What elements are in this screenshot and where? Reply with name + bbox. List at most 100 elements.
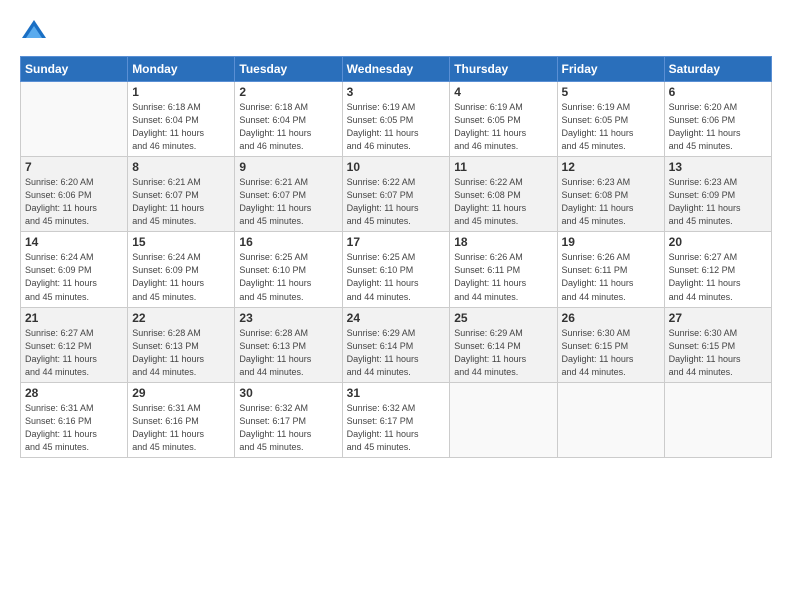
day-number: 19: [562, 235, 660, 249]
calendar-day-cell: 27 Sunrise: 6:30 AM Sunset: 6:15 PM Dayli…: [664, 307, 771, 382]
day-number: 16: [239, 235, 337, 249]
day-detail: Sunrise: 6:29 AM Sunset: 6:14 PM Dayligh…: [347, 327, 446, 379]
day-detail: Sunrise: 6:31 AM Sunset: 6:16 PM Dayligh…: [132, 402, 230, 454]
calendar-day-cell: 10Sunrise: 6:22 AM Sunset: 6:07 PM Dayli…: [342, 157, 450, 232]
calendar-header-row: SundayMondayTuesdayWednesdayThursdayFrid…: [21, 57, 772, 82]
calendar-table: SundayMondayTuesdayWednesdayThursdayFrid…: [20, 56, 772, 458]
day-detail: Sunrise: 6:19 AM Sunset: 6:05 PM Dayligh…: [347, 101, 446, 153]
day-detail: Sunrise: 6:32 AM Sunset: 6:17 PM Dayligh…: [239, 402, 337, 454]
day-detail: Sunrise: 6:26 AM Sunset: 6:11 PM Dayligh…: [454, 251, 552, 303]
calendar-day-cell: 29 Sunrise: 6:31 AM Sunset: 6:16 PM Dayli…: [128, 382, 235, 457]
day-detail: Sunrise: 6:20 AM Sunset: 6:06 PM Dayligh…: [669, 101, 767, 153]
day-detail: Sunrise: 6:29 AM Sunset: 6:14 PM Dayligh…: [454, 327, 552, 379]
logo: [20, 18, 52, 46]
day-detail: Sunrise: 6:21 AM Sunset: 6:07 PM Dayligh…: [239, 176, 337, 228]
calendar-day-cell: 14 Sunrise: 6:24 AM Sunset: 6:09 PM Dayli…: [21, 232, 128, 307]
calendar-day-cell: [21, 82, 128, 157]
day-detail: Sunrise: 6:28 AM Sunset: 6:13 PM Dayligh…: [239, 327, 337, 379]
day-number: 27: [669, 311, 767, 325]
day-detail: Sunrise: 6:27 AM Sunset: 6:12 PM Dayligh…: [669, 251, 767, 303]
day-number: 28: [25, 386, 123, 400]
day-number: 3: [347, 85, 446, 99]
day-number: 7: [25, 160, 123, 174]
calendar-day-cell: 8 Sunrise: 6:21 AM Sunset: 6:07 PM Daylig…: [128, 157, 235, 232]
day-detail: Sunrise: 6:30 AM Sunset: 6:15 PM Dayligh…: [669, 327, 767, 379]
calendar-week-row: 1Sunrise: 6:18 AM Sunset: 6:04 PM Daylig…: [21, 82, 772, 157]
header: [20, 18, 772, 46]
day-number: 5: [562, 85, 660, 99]
day-number: 29: [132, 386, 230, 400]
weekday-header: Thursday: [450, 57, 557, 82]
calendar-day-cell: 6 Sunrise: 6:20 AM Sunset: 6:06 PM Daylig…: [664, 82, 771, 157]
calendar-day-cell: 5 Sunrise: 6:19 AM Sunset: 6:05 PM Daylig…: [557, 82, 664, 157]
calendar-day-cell: 1Sunrise: 6:18 AM Sunset: 6:04 PM Daylig…: [128, 82, 235, 157]
day-detail: Sunrise: 6:22 AM Sunset: 6:08 PM Dayligh…: [454, 176, 552, 228]
weekday-header: Tuesday: [235, 57, 342, 82]
day-detail: Sunrise: 6:22 AM Sunset: 6:07 PM Dayligh…: [347, 176, 446, 228]
day-number: 12: [562, 160, 660, 174]
weekday-header: Monday: [128, 57, 235, 82]
calendar-day-cell: 25 Sunrise: 6:29 AM Sunset: 6:14 PM Dayli…: [450, 307, 557, 382]
day-number: 9: [239, 160, 337, 174]
calendar-day-cell: 24Sunrise: 6:29 AM Sunset: 6:14 PM Dayli…: [342, 307, 450, 382]
calendar-day-cell: [557, 382, 664, 457]
day-number: 18: [454, 235, 552, 249]
day-number: 20: [669, 235, 767, 249]
day-detail: Sunrise: 6:32 AM Sunset: 6:17 PM Dayligh…: [347, 402, 446, 454]
weekday-header: Sunday: [21, 57, 128, 82]
weekday-header: Saturday: [664, 57, 771, 82]
day-detail: Sunrise: 6:19 AM Sunset: 6:05 PM Dayligh…: [454, 101, 552, 153]
day-number: 13: [669, 160, 767, 174]
calendar-day-cell: 3 Sunrise: 6:19 AM Sunset: 6:05 PM Daylig…: [342, 82, 450, 157]
calendar-day-cell: 13 Sunrise: 6:23 AM Sunset: 6:09 PM Dayli…: [664, 157, 771, 232]
calendar-day-cell: 9 Sunrise: 6:21 AM Sunset: 6:07 PM Daylig…: [235, 157, 342, 232]
calendar-day-cell: 18 Sunrise: 6:26 AM Sunset: 6:11 PM Dayli…: [450, 232, 557, 307]
day-detail: Sunrise: 6:31 AM Sunset: 6:16 PM Dayligh…: [25, 402, 123, 454]
day-number: 21: [25, 311, 123, 325]
page: SundayMondayTuesdayWednesdayThursdayFrid…: [0, 0, 792, 612]
day-number: 11: [454, 160, 552, 174]
day-detail: Sunrise: 6:19 AM Sunset: 6:05 PM Dayligh…: [562, 101, 660, 153]
day-detail: Sunrise: 6:20 AM Sunset: 6:06 PM Dayligh…: [25, 176, 123, 228]
day-number: 15: [132, 235, 230, 249]
day-detail: Sunrise: 6:24 AM Sunset: 6:09 PM Dayligh…: [25, 251, 123, 303]
calendar-day-cell: 28 Sunrise: 6:31 AM Sunset: 6:16 PM Dayli…: [21, 382, 128, 457]
day-number: 2: [239, 85, 337, 99]
calendar-day-cell: 23Sunrise: 6:28 AM Sunset: 6:13 PM Dayli…: [235, 307, 342, 382]
day-detail: Sunrise: 6:27 AM Sunset: 6:12 PM Dayligh…: [25, 327, 123, 379]
calendar-day-cell: 16 Sunrise: 6:25 AM Sunset: 6:10 PM Dayli…: [235, 232, 342, 307]
day-number: 14: [25, 235, 123, 249]
day-detail: Sunrise: 6:25 AM Sunset: 6:10 PM Dayligh…: [347, 251, 446, 303]
calendar-day-cell: 4Sunrise: 6:19 AM Sunset: 6:05 PM Daylig…: [450, 82, 557, 157]
day-detail: Sunrise: 6:24 AM Sunset: 6:09 PM Dayligh…: [132, 251, 230, 303]
calendar-day-cell: 17 Sunrise: 6:25 AM Sunset: 6:10 PM Dayli…: [342, 232, 450, 307]
calendar-day-cell: 21 Sunrise: 6:27 AM Sunset: 6:12 PM Dayli…: [21, 307, 128, 382]
calendar-week-row: 21 Sunrise: 6:27 AM Sunset: 6:12 PM Dayli…: [21, 307, 772, 382]
day-number: 17: [347, 235, 446, 249]
calendar-day-cell: 22Sunrise: 6:28 AM Sunset: 6:13 PM Dayli…: [128, 307, 235, 382]
calendar-day-cell: 11 Sunrise: 6:22 AM Sunset: 6:08 PM Dayli…: [450, 157, 557, 232]
day-number: 8: [132, 160, 230, 174]
calendar-day-cell: [450, 382, 557, 457]
calendar-day-cell: 15 Sunrise: 6:24 AM Sunset: 6:09 PM Dayli…: [128, 232, 235, 307]
day-number: 25: [454, 311, 552, 325]
calendar-day-cell: 31 Sunrise: 6:32 AM Sunset: 6:17 PM Dayli…: [342, 382, 450, 457]
day-detail: Sunrise: 6:26 AM Sunset: 6:11 PM Dayligh…: [562, 251, 660, 303]
calendar-week-row: 28 Sunrise: 6:31 AM Sunset: 6:16 PM Dayli…: [21, 382, 772, 457]
day-number: 6: [669, 85, 767, 99]
day-detail: Sunrise: 6:23 AM Sunset: 6:09 PM Dayligh…: [669, 176, 767, 228]
day-number: 31: [347, 386, 446, 400]
calendar-day-cell: 12Sunrise: 6:23 AM Sunset: 6:08 PM Dayli…: [557, 157, 664, 232]
calendar-day-cell: 30Sunrise: 6:32 AM Sunset: 6:17 PM Dayli…: [235, 382, 342, 457]
calendar-week-row: 14 Sunrise: 6:24 AM Sunset: 6:09 PM Dayli…: [21, 232, 772, 307]
weekday-header: Wednesday: [342, 57, 450, 82]
logo-icon: [20, 18, 48, 46]
day-detail: Sunrise: 6:18 AM Sunset: 6:04 PM Dayligh…: [132, 101, 230, 153]
day-detail: Sunrise: 6:21 AM Sunset: 6:07 PM Dayligh…: [132, 176, 230, 228]
day-number: 22: [132, 311, 230, 325]
day-detail: Sunrise: 6:30 AM Sunset: 6:15 PM Dayligh…: [562, 327, 660, 379]
day-detail: Sunrise: 6:25 AM Sunset: 6:10 PM Dayligh…: [239, 251, 337, 303]
calendar-day-cell: 7 Sunrise: 6:20 AM Sunset: 6:06 PM Daylig…: [21, 157, 128, 232]
calendar-week-row: 7 Sunrise: 6:20 AM Sunset: 6:06 PM Daylig…: [21, 157, 772, 232]
day-number: 26: [562, 311, 660, 325]
